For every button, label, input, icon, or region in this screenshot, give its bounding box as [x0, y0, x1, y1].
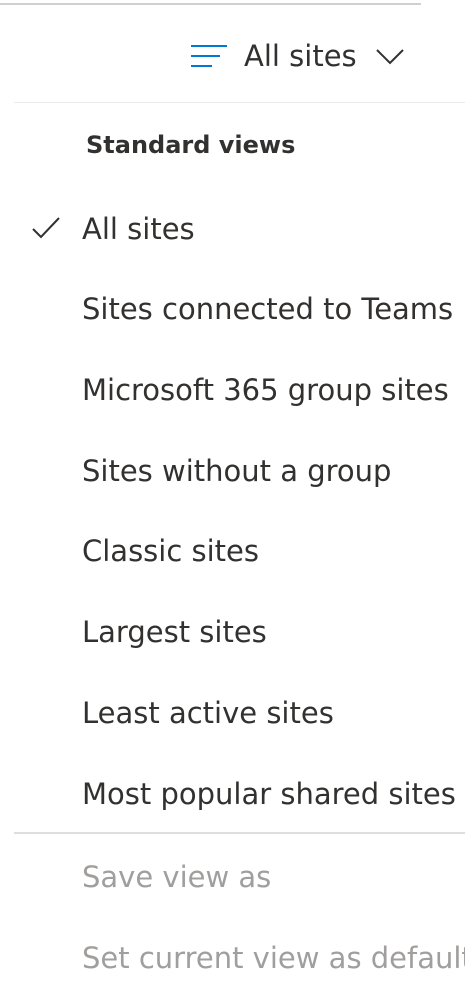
menu-item-label: Sites without a group [82, 454, 392, 488]
save-view-as-action[interactable]: Save view as [14, 841, 465, 913]
checkmark-icon [32, 217, 60, 239]
view-selector-button[interactable]: All sites [190, 28, 405, 84]
section-header-standard-views: Standard views [86, 131, 296, 159]
menu-item-most-popular-shared-sites[interactable]: Most popular shared sites [14, 758, 465, 830]
view-picker-panel: All sites Standard views All sites Sites… [0, 0, 465, 990]
menu-item-label: Largest sites [82, 615, 267, 649]
menu-item-label: Sites connected to Teams [82, 292, 454, 326]
view-selector-label: All sites [244, 39, 357, 73]
menu-item-label: Save view as [82, 860, 272, 894]
menu-item-least-active-sites[interactable]: Least active sites [14, 677, 465, 749]
menu-item-label: Least active sites [82, 696, 334, 730]
menu-item-label: Most popular shared sites [82, 777, 456, 811]
set-default-view-action[interactable]: Set current view as default [14, 922, 465, 990]
menu-item-sites-without-a-group[interactable]: Sites without a group [14, 435, 465, 507]
menu-item-label: All sites [82, 212, 195, 246]
menu-item-sites-connected-to-teams[interactable]: Sites connected to Teams [14, 273, 465, 345]
menu-item-all-sites[interactable]: All sites [14, 193, 465, 265]
top-divider [0, 3, 421, 5]
views-dropdown-menu: Standard views All sites Sites connected… [14, 102, 465, 990]
menu-item-microsoft-365-group-sites[interactable]: Microsoft 365 group sites [14, 354, 465, 426]
menu-item-classic-sites[interactable]: Classic sites [14, 515, 465, 587]
menu-item-label: Classic sites [82, 534, 260, 568]
filter-lines-icon [191, 45, 227, 67]
chevron-down-icon [375, 49, 404, 65]
menu-item-label: Set current view as default [82, 941, 465, 975]
menu-item-largest-sites[interactable]: Largest sites [14, 596, 465, 668]
menu-divider [14, 832, 465, 834]
menu-item-label: Microsoft 365 group sites [82, 373, 449, 407]
